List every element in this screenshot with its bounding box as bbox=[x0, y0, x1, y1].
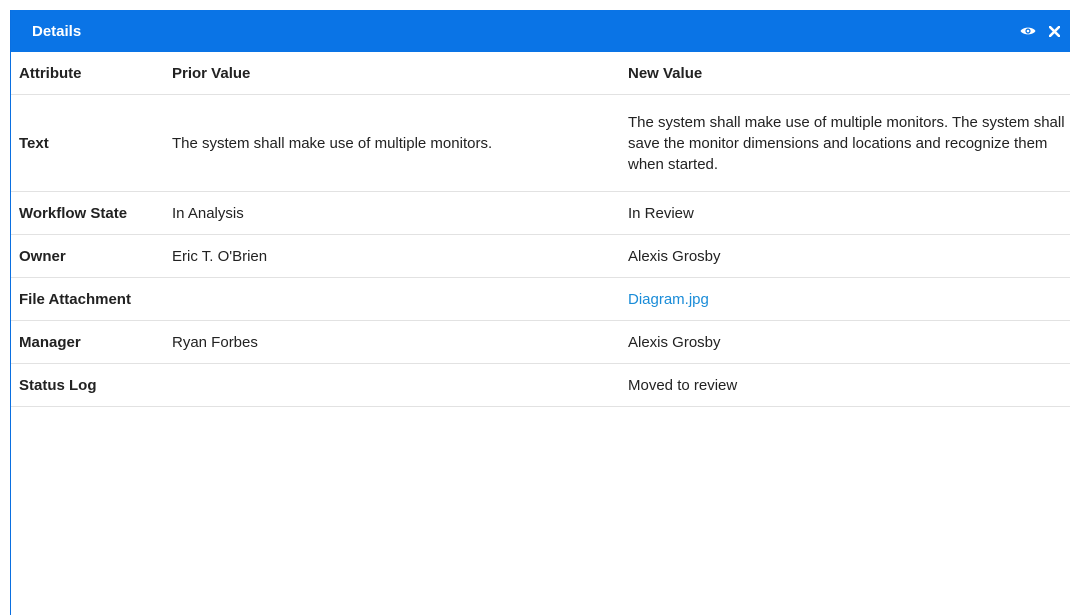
header-actions bbox=[1018, 10, 1070, 52]
attribute-cell: Text bbox=[11, 94, 164, 192]
table-header-row: Attribute Prior Value New Value bbox=[11, 52, 1070, 95]
prior-value-cell: Ryan Forbes bbox=[164, 320, 620, 364]
table-row: File Attachment Diagram.jpg bbox=[11, 277, 1070, 321]
attribute-cell: Workflow State bbox=[11, 191, 164, 235]
prior-value-cell: Eric T. O'Brien bbox=[164, 234, 620, 278]
attribute-cell: Manager bbox=[11, 320, 164, 364]
details-panel: Details Attribute Prior Value New Value … bbox=[10, 10, 1070, 615]
attribute-cell: File Attachment bbox=[11, 277, 164, 321]
new-value-cell: The system shall make use of multiple mo… bbox=[620, 94, 1070, 192]
column-header-attribute: Attribute bbox=[11, 52, 164, 95]
prior-value-cell bbox=[164, 363, 620, 407]
details-table: Attribute Prior Value New Value Text The… bbox=[11, 52, 1070, 407]
panel-header: Details bbox=[11, 10, 1070, 52]
table-row: Text The system shall make use of multip… bbox=[11, 94, 1070, 192]
column-header-prior-value: Prior Value bbox=[164, 52, 620, 95]
new-value-cell: Moved to review bbox=[620, 363, 1070, 407]
column-header-new-value: New Value bbox=[620, 52, 1070, 95]
prior-value-cell bbox=[164, 277, 620, 321]
new-value-cell: In Review bbox=[620, 191, 1070, 235]
table-row: Manager Ryan Forbes Alexis Grosby bbox=[11, 320, 1070, 364]
attribute-cell: Status Log bbox=[11, 363, 164, 407]
panel-title: Details bbox=[32, 22, 82, 40]
new-value-cell: Diagram.jpg bbox=[620, 277, 1070, 321]
close-icon[interactable] bbox=[1044, 21, 1064, 41]
eye-icon[interactable] bbox=[1018, 21, 1038, 41]
table-row: Workflow State In Analysis In Review bbox=[11, 191, 1070, 235]
file-attachment-link[interactable]: Diagram.jpg bbox=[628, 291, 709, 308]
prior-value-cell: In Analysis bbox=[164, 191, 620, 235]
attribute-cell: Owner bbox=[11, 234, 164, 278]
table-row: Status Log Moved to review bbox=[11, 363, 1070, 407]
new-value-cell: Alexis Grosby bbox=[620, 234, 1070, 278]
table-row: Owner Eric T. O'Brien Alexis Grosby bbox=[11, 234, 1070, 278]
prior-value-cell: The system shall make use of multiple mo… bbox=[164, 94, 620, 192]
new-value-cell: Alexis Grosby bbox=[620, 320, 1070, 364]
